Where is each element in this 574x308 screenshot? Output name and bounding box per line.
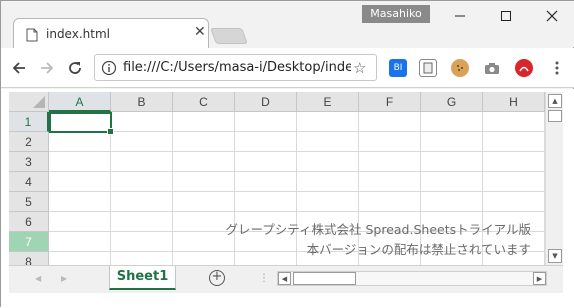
watermark-line-2: 本バージョンの配布は禁止されています [306, 242, 531, 257]
column-header-c[interactable]: C [173, 92, 235, 112]
trial-watermark: グレープシティ株式会社 Spread.Sheetsトライアル版 本バージョンの配… [226, 220, 532, 260]
scroll-right-button[interactable]: ▶ [533, 272, 546, 285]
maximize-button[interactable] [483, 1, 529, 31]
row-header-1[interactable]: 1 [9, 112, 49, 132]
camera-extension-icon[interactable] [483, 59, 501, 77]
close-window-button[interactable] [529, 1, 574, 31]
scroll-down-button[interactable]: ▼ [548, 249, 562, 263]
select-all-corner[interactable] [9, 92, 49, 112]
minimize-button[interactable] [437, 1, 483, 31]
row-header-8[interactable]: 8 [9, 252, 49, 265]
new-tab-button[interactable] [210, 28, 248, 44]
grid-line [49, 171, 545, 172]
sheet-tab-sheet1[interactable]: Sheet1 [109, 266, 176, 290]
scroll-left-button[interactable]: ◀ [278, 272, 291, 285]
close-tab-icon[interactable]: ✕ [194, 24, 206, 40]
splitter-grip-icon[interactable]: ⋮ [259, 273, 269, 284]
column-header-f[interactable]: F [359, 92, 421, 112]
sheet-tab-strip: ◀ ▶ Sheet1 + ⋮ ◀ ▶ [9, 265, 563, 293]
grid-line [49, 191, 545, 192]
back-arrow-icon [12, 62, 25, 74]
back-button[interactable] [9, 58, 29, 78]
row-header-6[interactable]: 6 [9, 212, 49, 232]
kebab-menu-icon [555, 61, 559, 75]
forward-arrow-icon [41, 62, 54, 74]
maximize-icon [501, 11, 511, 21]
add-sheet-icon[interactable]: + [209, 270, 225, 286]
row-header-5[interactable]: 5 [9, 192, 49, 212]
grid-line [49, 151, 545, 152]
grid-line [49, 131, 545, 132]
reload-icon [69, 62, 81, 74]
doc-extension-icon[interactable] [419, 59, 437, 77]
cookie-extension-icon[interactable] [451, 59, 469, 77]
url-text[interactable]: file:///C:/Users/masa-i/Desktop/inde [123, 60, 351, 75]
address-bar[interactable]: file:///C:/Users/masa-i/Desktop/inde ☆ [94, 54, 377, 81]
vertical-scroll-thumb[interactable] [548, 110, 562, 122]
minimize-icon [455, 15, 465, 17]
row-header-2[interactable]: 2 [9, 132, 49, 152]
column-header-a[interactable]: A [49, 92, 111, 112]
info-icon[interactable] [101, 60, 117, 80]
watermark-line-1: グレープシティ株式会社 Spread.Sheetsトライアル版 [225, 222, 532, 237]
forward-button[interactable] [37, 58, 57, 78]
bi-extension-icon[interactable]: BI [389, 59, 407, 77]
profile-badge[interactable]: Masahiko [362, 5, 430, 23]
prev-sheet-icon[interactable]: ◀ [35, 274, 41, 283]
horizontal-scrollbar[interactable]: ◀ ▶ [277, 271, 547, 286]
column-header-d[interactable]: D [235, 92, 297, 112]
browser-menu-button[interactable] [547, 58, 567, 78]
title-bar: Masahiko index.html ✕ [1, 1, 574, 48]
vertical-scrollbar[interactable]: ▲ ▼ [545, 92, 563, 265]
page-icon [26, 27, 38, 46]
bookmark-star-icon[interactable]: ☆ [353, 59, 366, 77]
grid-line [49, 211, 545, 212]
column-header-e[interactable]: E [297, 92, 359, 112]
browser-window: Masahiko index.html ✕ file:///C:/Users/m… [0, 0, 574, 308]
adobe-extension-icon[interactable] [515, 59, 533, 77]
active-cell-a1[interactable] [49, 112, 114, 135]
row-header-4[interactable]: 4 [9, 172, 49, 192]
row-header-7[interactable]: 7 [9, 232, 49, 252]
scroll-up-button[interactable]: ▲ [548, 94, 562, 108]
tab-title: index.html [46, 27, 110, 41]
browser-tab[interactable]: index.html ✕ [13, 18, 209, 48]
grid-line [172, 112, 173, 265]
reload-button[interactable] [65, 58, 85, 78]
next-sheet-icon[interactable]: ▶ [61, 274, 67, 283]
page-content: ABCDEFGH 12345678 グレープシティ株式会社 Spread.Shee… [1, 89, 574, 308]
row-header-3[interactable]: 3 [9, 152, 49, 172]
column-header-g[interactable]: G [421, 92, 483, 112]
browser-toolbar: file:///C:/Users/masa-i/Desktop/inde ☆ B… [1, 48, 574, 88]
column-header-h[interactable]: H [483, 92, 545, 112]
column-header-b[interactable]: B [111, 92, 173, 112]
horizontal-scroll-thumb[interactable] [293, 272, 356, 285]
close-icon [546, 10, 558, 22]
spreadsheet-grid[interactable]: ABCDEFGH 12345678 グレープシティ株式会社 Spread.Shee… [9, 92, 545, 265]
